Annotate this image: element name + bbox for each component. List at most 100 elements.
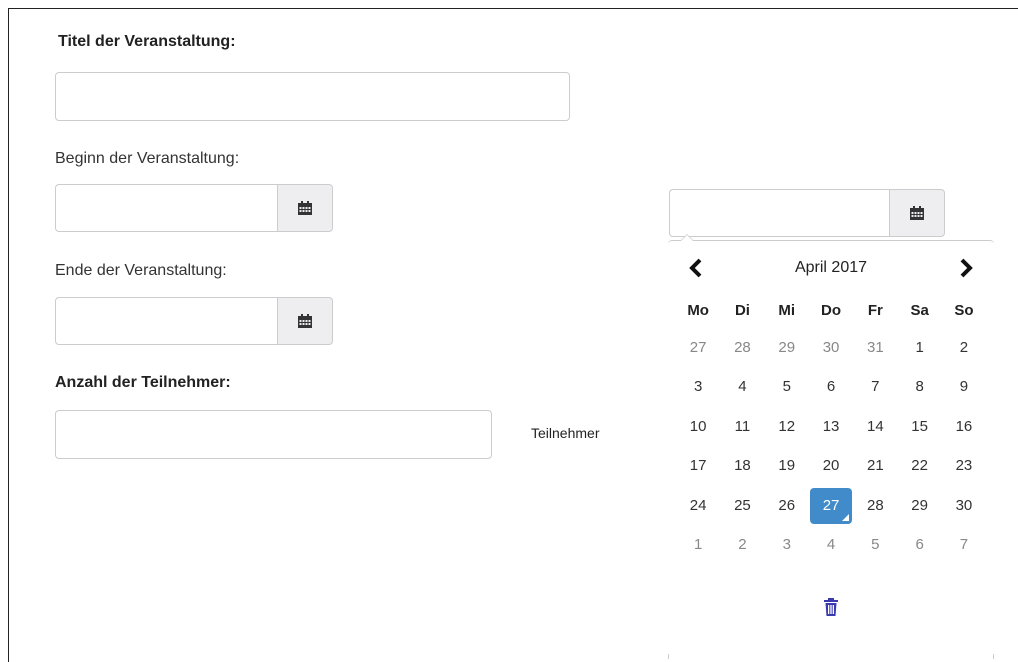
day-cell[interactable]: 23 xyxy=(942,447,986,487)
calendar-icon xyxy=(910,206,924,220)
participants-suffix: Teilnehmer xyxy=(531,425,600,441)
day-cell[interactable]: 19 xyxy=(765,447,809,487)
picker-calendar-button[interactable] xyxy=(889,189,945,237)
weekday-header: Mi xyxy=(778,301,796,319)
day-label: 16 xyxy=(955,417,973,435)
day-cell[interactable]: 1 xyxy=(897,328,941,368)
day-cell[interactable]: 25 xyxy=(720,486,764,526)
day-label: 27 xyxy=(689,338,707,356)
day-cell[interactable]: 11 xyxy=(720,407,764,447)
day-cell[interactable]: 12 xyxy=(765,407,809,447)
day-label: 7 xyxy=(871,378,880,396)
calendar-icon xyxy=(298,201,312,215)
day-label: 28 xyxy=(866,496,884,514)
day-label: 17 xyxy=(689,457,707,475)
start-label: Beginn der Veranstaltung: xyxy=(55,150,240,167)
end-date-input[interactable] xyxy=(55,297,277,345)
day-label: 6 xyxy=(915,536,924,554)
month-title[interactable]: April 2017 xyxy=(795,259,867,277)
day-cell[interactable]: 29 xyxy=(765,328,809,368)
day-cell-selected[interactable]: 27 xyxy=(809,486,853,526)
day-cell[interactable]: 8 xyxy=(897,368,941,408)
day-cell[interactable]: 20 xyxy=(809,447,853,487)
prev-month-button[interactable] xyxy=(676,250,716,286)
day-label: 7 xyxy=(959,536,969,554)
day-cell[interactable]: 6 xyxy=(809,368,853,408)
day-cell[interactable]: 29 xyxy=(897,486,941,526)
popup-edge-mark xyxy=(668,654,669,659)
day-label: 21 xyxy=(866,457,884,475)
day-cell[interactable]: 14 xyxy=(853,407,897,447)
start-date-input[interactable] xyxy=(55,184,277,232)
day-cell[interactable]: 4 xyxy=(809,526,853,566)
popup-edge-mark xyxy=(993,654,994,659)
day-label: 9 xyxy=(959,378,969,396)
day-label: 12 xyxy=(778,417,796,435)
participants-label: Anzahl der Teilnehmer: xyxy=(55,374,231,391)
day-cell[interactable]: 28 xyxy=(720,328,764,368)
participants-input[interactable] xyxy=(55,410,492,459)
day-label: 8 xyxy=(915,378,924,396)
day-label: 28 xyxy=(734,338,751,356)
day-label: 6 xyxy=(826,378,836,396)
day-label: 3 xyxy=(693,378,703,396)
day-cell[interactable]: 24 xyxy=(676,486,720,526)
day-label: 24 xyxy=(689,496,707,514)
day-label: 15 xyxy=(911,417,928,435)
chevron-right-icon xyxy=(960,258,973,278)
day-cell[interactable]: 7 xyxy=(853,368,897,408)
day-cell[interactable]: 30 xyxy=(942,486,986,526)
day-cell[interactable]: 22 xyxy=(897,447,941,487)
day-label: 3 xyxy=(782,536,791,554)
end-date-calendar-button[interactable] xyxy=(277,297,333,345)
week-row: 10 11 12 13 14 15 16 xyxy=(676,407,986,447)
weekday-row: Mo Di Mi Do Fr Sa So xyxy=(676,292,986,328)
end-date-group xyxy=(55,297,333,345)
start-date-calendar-button[interactable] xyxy=(277,184,333,232)
day-label: 22 xyxy=(911,457,928,475)
day-label: 5 xyxy=(871,536,880,554)
day-cell[interactable]: 28 xyxy=(853,486,897,526)
day-label: 29 xyxy=(778,338,796,356)
day-cell[interactable]: 6 xyxy=(897,526,941,566)
day-cell[interactable]: 30 xyxy=(809,328,853,368)
day-label: 27 xyxy=(810,487,853,524)
day-cell[interactable]: 1 xyxy=(676,526,720,566)
week-row: 24 25 26 27 28 29 30 xyxy=(676,486,986,526)
day-label: 11 xyxy=(734,417,751,435)
day-cell[interactable]: 26 xyxy=(765,486,809,526)
title-input[interactable] xyxy=(55,72,570,121)
day-label: 18 xyxy=(734,457,751,475)
weekday-header: Mo xyxy=(687,301,709,319)
weekday-header: Sa xyxy=(910,301,929,319)
week-row: 27 28 29 30 31 1 2 xyxy=(676,328,986,368)
day-cell[interactable]: 4 xyxy=(720,368,764,408)
title-label: Titel der Veranstaltung: xyxy=(58,33,236,50)
day-cell[interactable]: 5 xyxy=(853,526,897,566)
day-cell[interactable]: 15 xyxy=(897,407,941,447)
day-label: 4 xyxy=(826,536,836,554)
day-label: 10 xyxy=(689,417,707,435)
day-label: 30 xyxy=(955,496,973,514)
day-cell[interactable]: 21 xyxy=(853,447,897,487)
day-cell[interactable]: 5 xyxy=(765,368,809,408)
day-label: 29 xyxy=(911,496,928,514)
day-cell[interactable]: 7 xyxy=(942,526,986,566)
day-cell[interactable]: 13 xyxy=(809,407,853,447)
next-month-button[interactable] xyxy=(946,250,986,286)
day-cell[interactable]: 9 xyxy=(942,368,986,408)
day-cell[interactable]: 18 xyxy=(720,447,764,487)
clear-date-button[interactable] xyxy=(818,594,844,620)
day-cell[interactable]: 10 xyxy=(676,407,720,447)
day-cell[interactable]: 3 xyxy=(676,368,720,408)
day-cell[interactable]: 16 xyxy=(942,407,986,447)
day-cell[interactable]: 17 xyxy=(676,447,720,487)
day-cell[interactable]: 31 xyxy=(853,328,897,368)
picker-date-group xyxy=(669,189,945,237)
day-label: 20 xyxy=(822,457,840,475)
picker-date-input[interactable] xyxy=(669,189,889,237)
day-cell[interactable]: 2 xyxy=(720,526,764,566)
day-cell[interactable]: 27 xyxy=(676,328,720,368)
day-cell[interactable]: 2 xyxy=(942,328,986,368)
day-cell[interactable]: 3 xyxy=(765,526,809,566)
